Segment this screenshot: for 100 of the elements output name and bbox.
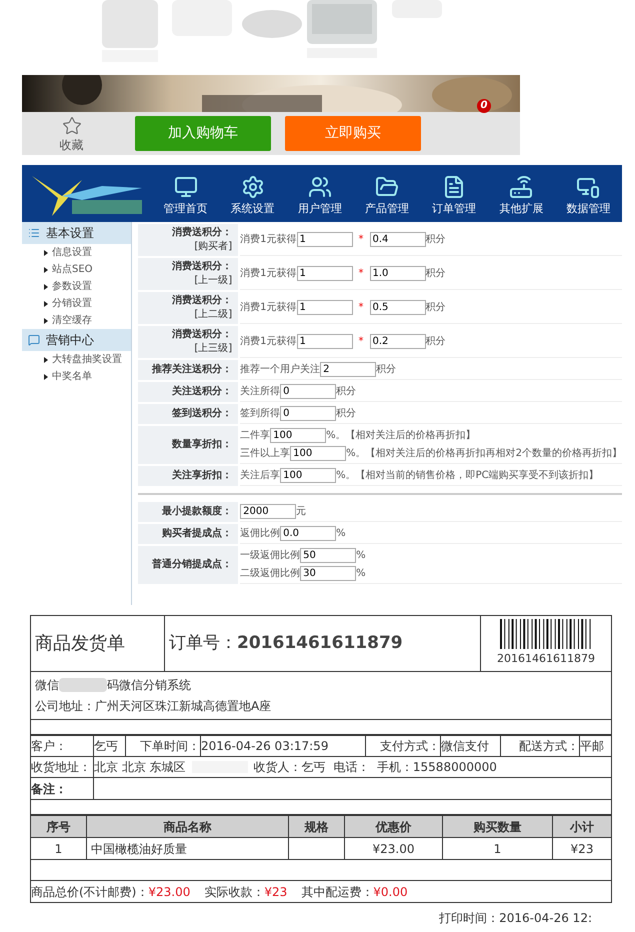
sidebar-item[interactable]: 信息设置 [22, 244, 132, 261]
input-field[interactable]: 2000 [240, 504, 296, 519]
field-label: 普通分销提成点： [152, 558, 232, 572]
total-value: ¥23.00 [148, 884, 190, 900]
table-cell: ¥23 [552, 838, 612, 860]
field-sublabel: [上二级] [194, 308, 232, 322]
input-field[interactable]: 100 [280, 468, 336, 483]
company-name: 微信 [35, 677, 59, 694]
nav-item[interactable]: 订单管理 [432, 175, 476, 214]
nav-item[interactable]: 其他扩展 [499, 175, 544, 214]
input-field[interactable]: 0 [280, 384, 336, 399]
star-icon [62, 116, 82, 136]
total-label: 其中配运费： [301, 884, 374, 900]
input-field[interactable]: 0.2 [370, 334, 426, 349]
company-address: 公司地址：广州天河区珠江新城高德置地A座 [35, 698, 272, 715]
required-mark: * [358, 267, 364, 281]
nav-item[interactable]: 用户管理 [298, 175, 342, 214]
required-mark: * [358, 233, 364, 247]
table-cell: 配送方式： [500, 736, 580, 756]
field-label: 消费送积分： [172, 226, 232, 240]
table-cell: 2016-04-26 03:17:59 [200, 736, 366, 756]
field-text: % [336, 527, 346, 541]
field-text: % [356, 567, 366, 581]
sidebar-item[interactable]: 大转盘抽奖设置 [22, 351, 132, 368]
input-field[interactable]: 100 [270, 428, 326, 443]
section-icon [28, 334, 40, 346]
input-field[interactable]: 1 [296, 300, 352, 315]
bullet-icon [44, 374, 48, 380]
sidebar-item[interactable]: 清空缓存 [22, 312, 132, 329]
field-text: 积分 [426, 267, 446, 281]
field-text: 积分 [426, 335, 446, 349]
nav-item[interactable]: 系统设置 [230, 175, 275, 214]
sidebar-section-header[interactable]: 基本设置 [22, 222, 132, 244]
bullet-icon [44, 300, 48, 306]
nav-icon [174, 175, 198, 199]
table-cell: 1 [30, 838, 86, 860]
field-text: % [356, 549, 366, 563]
input-field[interactable]: 50 [300, 548, 356, 563]
input-field[interactable]: 1 [296, 266, 352, 281]
input-field[interactable]: 1 [296, 334, 352, 349]
field-text: 消费1元获得 [240, 232, 296, 247]
field-text: 积分 [426, 301, 446, 315]
table-cell: 平邮 [580, 736, 612, 756]
input-field[interactable]: 30 [300, 566, 356, 581]
field-label: 数量享折扣： [172, 438, 232, 452]
field-text: 关注所得 [240, 384, 280, 399]
column-header: 规格 [288, 816, 344, 838]
blurred-patch [59, 678, 107, 692]
field-text: 积分 [336, 407, 356, 421]
input-field[interactable]: 0 [280, 406, 336, 421]
input-field[interactable]: 100 [290, 446, 346, 461]
order-label: 订单号： [169, 632, 237, 655]
sidebar-item[interactable]: 中奖名单 [22, 368, 132, 385]
field-text: 二件享 [240, 428, 270, 443]
input-field[interactable]: 0.4 [370, 232, 426, 247]
field-text: %。【相对关注后的价格再折扣再相对2个数量的价格再折扣】 [346, 446, 622, 461]
input-field[interactable]: 2 [320, 362, 376, 377]
nav-item[interactable]: 数据管理 [566, 175, 610, 214]
nav-icon [308, 175, 332, 199]
sidebar-item[interactable]: 参数设置 [22, 278, 132, 295]
field-sublabel: [上三级] [194, 342, 232, 356]
table-cell: 1 [442, 838, 552, 860]
field-label: 最小提款额度： [162, 505, 232, 519]
nav-item[interactable]: 产品管理 [364, 175, 409, 214]
input-field[interactable]: 1 [296, 232, 352, 247]
input-field[interactable]: 0.5 [370, 300, 426, 315]
sidebar-section-header[interactable]: 营销中心 [22, 329, 132, 351]
column-header: 优惠价 [344, 816, 442, 838]
field-text: 一级返佣比例 [240, 548, 300, 563]
barcode-icon [500, 619, 592, 650]
field-text: 签到所得 [240, 406, 280, 421]
total-value: ¥0.00 [373, 884, 408, 900]
nav-item[interactable]: 管理首页 [164, 175, 208, 214]
field-text: %。【相对当前的销售价格，即PC端购买享受不到该折扣】 [336, 468, 599, 483]
table-cell: 收货地址： [30, 756, 94, 778]
table-cell: 备注： [30, 778, 94, 800]
required-mark: * [358, 335, 364, 349]
barcode-number: 20161461611879 [497, 651, 595, 668]
required-mark: * [358, 301, 364, 315]
column-header: 序号 [30, 816, 86, 838]
input-field[interactable]: 1.0 [370, 266, 426, 281]
field-label: 关注享折扣： [172, 469, 232, 483]
sidebar-item[interactable]: 站点SEO [22, 261, 132, 278]
field-text: 二级返佣比例 [240, 566, 300, 581]
favorite-button[interactable]: 收藏 [22, 116, 121, 151]
total-label: 实际收款： [204, 884, 264, 900]
field-text: 元 [296, 505, 306, 519]
sidebar-item[interactable]: 分销设置 [22, 295, 132, 312]
field-text: 积分 [336, 385, 356, 399]
table-cell: 支付方式： [366, 736, 440, 756]
bullet-icon [44, 318, 48, 324]
add-to-cart-button[interactable]: 加入购物车 [135, 116, 271, 151]
nav-icon [240, 175, 265, 199]
input-field[interactable]: 0.0 [280, 526, 336, 541]
field-text: 积分 [376, 363, 396, 377]
field-sublabel: [上一级] [194, 274, 232, 288]
receiver-info: 收货人：乞丐 电话： 手机：15588000000 [254, 759, 497, 776]
bullet-icon [44, 266, 48, 272]
table-cell: ¥23.00 [344, 838, 442, 860]
total-label: 商品总价(不计邮费)： [31, 884, 148, 900]
